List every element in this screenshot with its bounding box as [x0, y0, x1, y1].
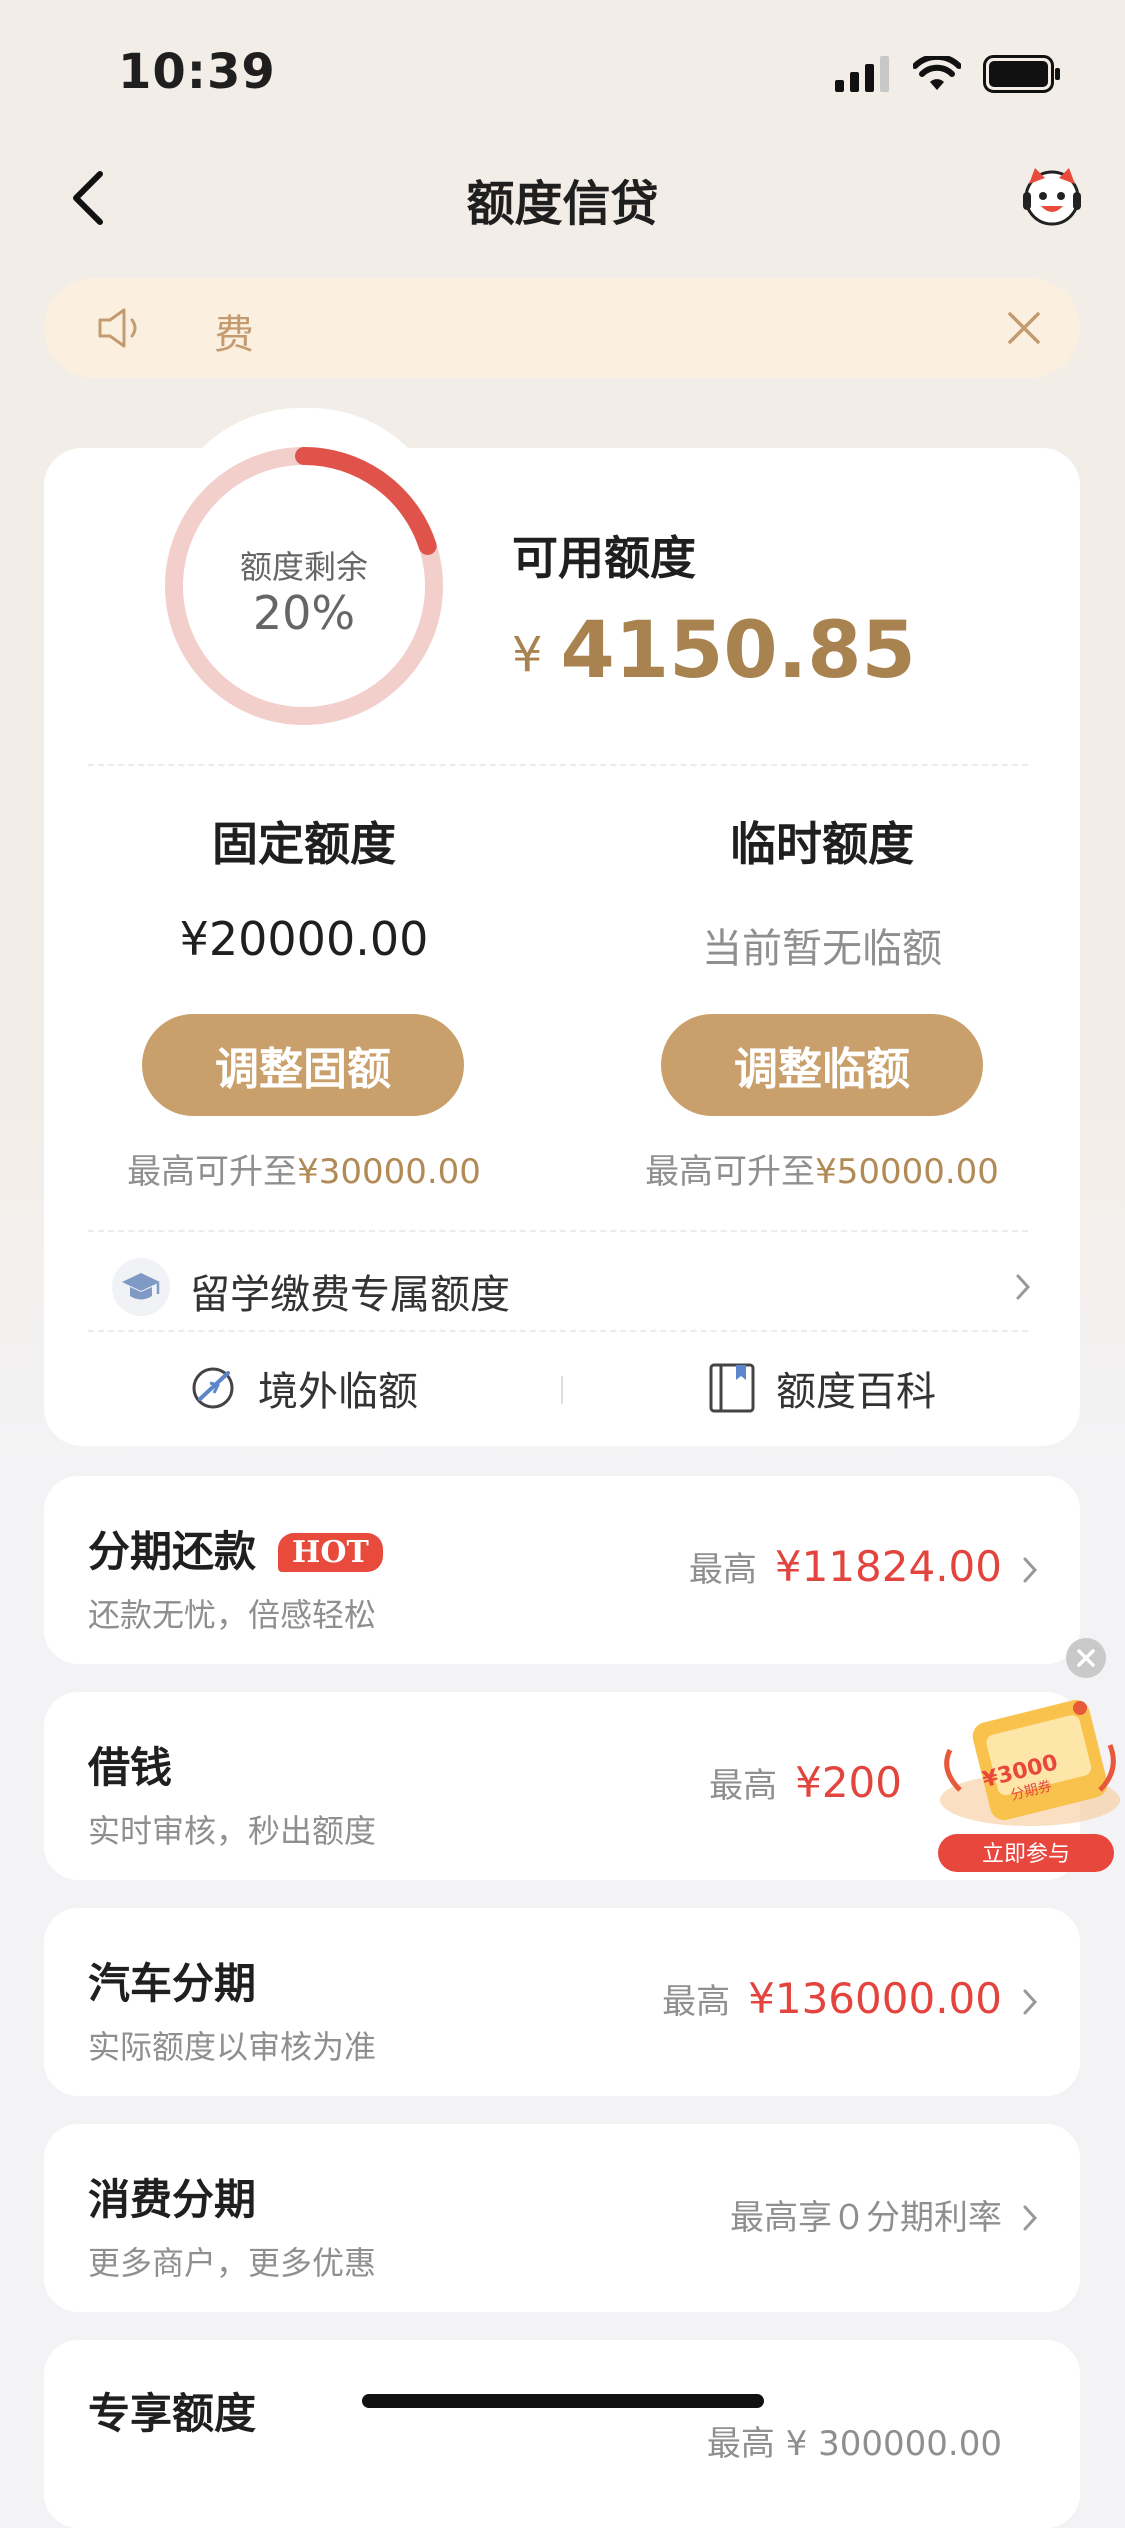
list-item-installment-repayment[interactable]: 分期还款 HOT 还款无忧，倍感轻松 最高 ¥11824.00	[44, 1476, 1080, 1664]
overseas-temp-credit-link[interactable]: 境外临额	[188, 1358, 418, 1418]
nav-bar: 额度信贷	[0, 140, 1125, 250]
coupon-gift-icon: ¥3000 分期券 立即参与	[938, 1699, 1120, 1872]
available-credit-label: 可用额度	[512, 531, 696, 585]
status-bar: 10:39	[0, 0, 1125, 140]
credit-wiki-label: 额度百科	[776, 1369, 936, 1415]
notice-banner[interactable]: 费	[44, 278, 1080, 378]
promo-coupon-widget[interactable]: ¥3000 分期券 立即参与	[920, 1640, 1125, 1880]
divider	[88, 764, 1028, 766]
currency-symbol: ¥	[512, 627, 543, 683]
item-prefix: 最高	[688, 1550, 757, 1590]
status-icons	[835, 52, 1061, 96]
wifi-icon	[913, 56, 961, 90]
link-separator	[561, 1376, 563, 1404]
quick-links: 境外临额 额度百科	[44, 1340, 1080, 1440]
fixed-note-amount: ¥30000.00	[297, 1152, 481, 1192]
item-title: 分期还款 HOT	[88, 1518, 383, 1579]
adjust-temp-credit-button[interactable]: 调整临额	[661, 1014, 983, 1116]
item-prefix: 最高	[709, 1766, 778, 1806]
temp-credit-title: 临时额度	[730, 817, 914, 871]
chevron-right-icon	[1023, 1557, 1038, 1583]
adjust-fixed-credit-button[interactable]: 调整固额	[142, 1014, 464, 1116]
list-item-consumer-installment[interactable]: 消费分期 更多商户，更多优惠 最高享０分期利率	[44, 2124, 1080, 2312]
item-title: 汽车分期	[88, 1959, 257, 2008]
item-prefix: 最高	[662, 1982, 731, 2022]
ring-label: 额度剩余	[239, 548, 368, 586]
divider	[88, 1330, 1028, 1332]
temp-credit-value: 当前暂无临额	[702, 926, 942, 972]
home-indicator	[362, 2394, 764, 2408]
item-title: 专享额度	[88, 2389, 257, 2438]
item-max-amount: 最高 ¥136000.00	[662, 1974, 1002, 2023]
item-right-text: 最高 ¥ 300000.00	[706, 2424, 1002, 2464]
customer-service-avatar-icon[interactable]	[1019, 162, 1085, 228]
item-title-text: 分期还款	[88, 1527, 257, 1576]
battery-icon	[983, 55, 1060, 93]
item-amount: ¥11824.00	[774, 1542, 1002, 1591]
overseas-temp-credit-label: 境外临额	[258, 1369, 418, 1415]
close-icon[interactable]	[1004, 308, 1044, 348]
temp-note-amount: ¥50000.00	[815, 1152, 999, 1192]
item-title: 消费分期	[88, 2175, 257, 2224]
item-right-text: 最高享０分期利率	[730, 2198, 1002, 2238]
chevron-right-icon	[1023, 1989, 1038, 2015]
page-title: 额度信贷	[466, 176, 659, 232]
fixed-credit-note: 最高可升至¥30000.00	[44, 1144, 564, 1193]
item-title: 借钱	[88, 1743, 173, 1792]
available-amount-value: 4150.85	[560, 606, 916, 696]
notice-text: 费	[214, 312, 254, 358]
item-subtitle: 还款无忧，倍感轻松	[88, 1596, 377, 1634]
divider	[88, 1230, 1028, 1232]
item-amount: ¥136000.00	[748, 1974, 1002, 2023]
list-item-car-installment[interactable]: 汽车分期 实际额度以审核为准 最高 ¥136000.00	[44, 1908, 1080, 2096]
ring-percent: 20%	[252, 586, 356, 640]
speaker-icon	[98, 308, 137, 348]
book-icon	[709, 1363, 755, 1413]
hot-badge: HOT	[278, 1533, 383, 1572]
fixed-credit-value: ¥20000.00	[179, 912, 429, 966]
promo-cta: 立即参与	[982, 1842, 1070, 1867]
item-max-amount: 最高 ¥11824.00	[689, 1542, 1002, 1591]
plane-globe-icon	[192, 1367, 234, 1409]
chevron-right-icon	[1016, 1274, 1031, 1300]
item-subtitle: 更多商户，更多优惠	[88, 2244, 377, 2282]
fixed-credit-title: 固定额度	[212, 817, 396, 871]
item-subtitle: 实际额度以审核为准	[88, 2028, 377, 2066]
graduation-cap-icon	[112, 1258, 170, 1316]
item-max-amount: 最高 ¥200	[709, 1758, 902, 1807]
study-abroad-credit-row[interactable]: 留学缴费专属额度	[112, 1256, 1032, 1318]
item-subtitle: 实时审核，秒出额度	[88, 1812, 377, 1850]
fixed-note-prefix: 最高可升至	[127, 1152, 298, 1192]
chevron-right-icon	[1023, 2205, 1038, 2231]
list-item-exclusive-credit[interactable]: 专享额度 最高 ¥ 300000.00	[44, 2340, 1080, 2528]
available-credit-amount: ¥4150.85	[512, 606, 916, 696]
temp-credit-note: 最高可升至¥50000.00	[562, 1144, 1082, 1193]
temp-note-prefix: 最高可升至	[645, 1152, 816, 1192]
item-amount: ¥200	[795, 1758, 902, 1807]
status-time: 10:39	[118, 44, 276, 100]
signal-icon	[835, 56, 889, 92]
study-abroad-label: 留学缴费专属额度	[190, 1272, 510, 1318]
credit-wiki-link[interactable]: 额度百科	[708, 1358, 936, 1418]
